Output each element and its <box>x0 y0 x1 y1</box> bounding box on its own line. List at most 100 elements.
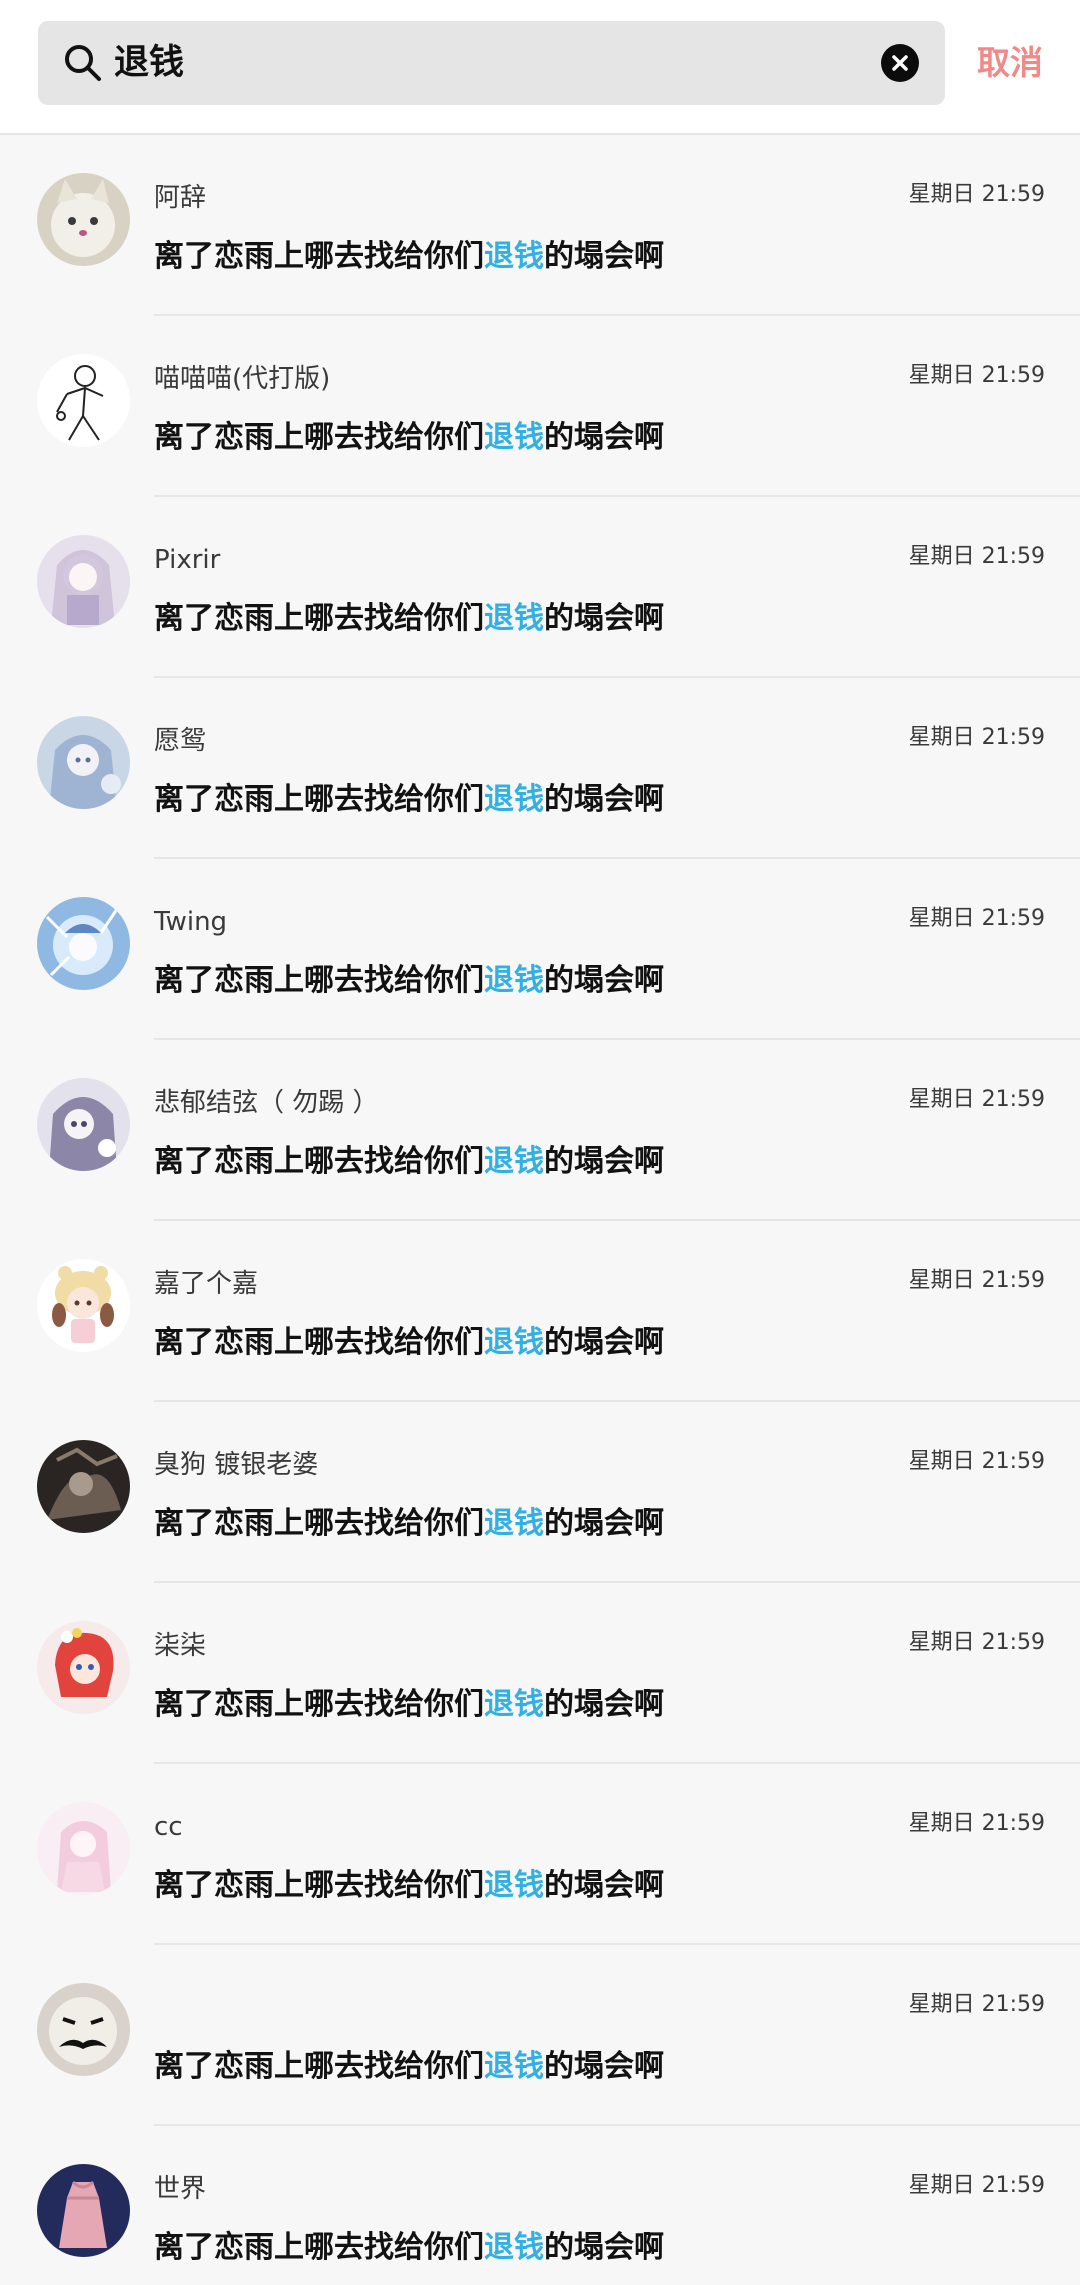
message-preview: 离了恋雨上哪去找给你们退钱的塌会啊 <box>154 778 664 822</box>
search-input[interactable]: 退钱 <box>38 21 945 105</box>
search-match-highlight: 退钱 <box>484 1868 544 1903</box>
message-text-before: 离了恋雨上哪去找给你们 <box>154 239 484 274</box>
message-preview: 离了恋雨上哪去找给你们退钱的塌会啊 <box>154 597 664 641</box>
message-text-before: 离了恋雨上哪去找给你们 <box>154 1868 484 1903</box>
message-text-before: 离了恋雨上哪去找给你们 <box>154 1144 484 1179</box>
search-results-screen: 退钱 取消 阿辞 星期日 21:59 离了恋雨上哪去找给你们退钱的塌会啊 喵喵喵(代打… <box>0 0 1080 2285</box>
message-text-after: 的塌会啊 <box>544 1506 664 1541</box>
message-text-after: 的塌会啊 <box>544 601 664 636</box>
chat-result-row[interactable]: 悲郁结弦（ 勿踢 ） 星期日 21:59 离了恋雨上哪去找给你们退钱的塌会啊 <box>0 1040 1080 1221</box>
message-text-after: 的塌会啊 <box>544 2049 664 2084</box>
message-preview: 离了恋雨上哪去找给你们退钱的塌会啊 <box>154 416 664 460</box>
message-preview: 离了恋雨上哪去找给你们退钱的塌会啊 <box>154 1864 664 1908</box>
message-text-after: 的塌会啊 <box>544 420 664 455</box>
message-text-before: 离了恋雨上哪去找给你们 <box>154 963 484 998</box>
search-match-highlight: 退钱 <box>484 2230 544 2265</box>
chat-result-row[interactable]: 阿辞 星期日 21:59 离了恋雨上哪去找给你们退钱的塌会啊 <box>0 135 1080 316</box>
message-preview: 离了恋雨上哪去找给你们退钱的塌会啊 <box>154 959 664 1003</box>
chat-result-row[interactable]: 嘉了个嘉 星期日 21:59 离了恋雨上哪去找给你们退钱的塌会啊 <box>0 1221 1080 1402</box>
message-time: 星期日 21:59 <box>908 2173 1045 2198</box>
message-text-before: 离了恋雨上哪去找给你们 <box>154 1687 484 1722</box>
search-match-highlight: 退钱 <box>484 1325 544 1360</box>
search-match-highlight: 退钱 <box>484 1144 544 1179</box>
message-time: 星期日 21:59 <box>908 182 1045 207</box>
message-preview: 离了恋雨上哪去找给你们退钱的塌会啊 <box>154 1321 664 1365</box>
message-time: 星期日 21:59 <box>908 544 1045 569</box>
message-preview: 离了恋雨上哪去找给你们退钱的塌会啊 <box>154 1140 664 1184</box>
result-list: 阿辞 星期日 21:59 离了恋雨上哪去找给你们退钱的塌会啊 喵喵喵(代打版) 星期日 … <box>0 135 1080 2285</box>
sender-name: 柒柒 <box>154 1631 207 1661</box>
search-query[interactable]: 退钱 <box>114 40 184 86</box>
search-match-highlight: 退钱 <box>484 1687 544 1722</box>
chat-result-row[interactable]: 柒柒 星期日 21:59 离了恋雨上哪去找给你们退钱的塌会啊 <box>0 1583 1080 1764</box>
avatar[interactable] <box>37 897 130 990</box>
message-time: 星期日 21:59 <box>908 363 1045 388</box>
message-time: 星期日 21:59 <box>908 1087 1045 1112</box>
message-text-after: 的塌会啊 <box>544 1325 664 1360</box>
message-text-before: 离了恋雨上哪去找给你们 <box>154 420 484 455</box>
search-match-highlight: 退钱 <box>484 782 544 817</box>
chat-result-row[interactable]: Pixrir 星期日 21:59 离了恋雨上哪去找给你们退钱的塌会啊 <box>0 497 1080 678</box>
chat-result-row[interactable]: 愿鸳 星期日 21:59 离了恋雨上哪去找给你们退钱的塌会啊 <box>0 678 1080 859</box>
chat-result-row[interactable]: 喵喵喵(代打版) 星期日 21:59 离了恋雨上哪去找给你们退钱的塌会啊 <box>0 316 1080 497</box>
chat-result-row[interactable]: cc 星期日 21:59 离了恋雨上哪去找给你们退钱的塌会啊 <box>0 1764 1080 1945</box>
message-text-after: 的塌会啊 <box>544 239 664 274</box>
search-match-highlight: 退钱 <box>484 963 544 998</box>
message-text-before: 离了恋雨上哪去找给你们 <box>154 2049 484 2084</box>
sender-name: 阿辞 <box>154 183 207 213</box>
message-time: 星期日 21:59 <box>908 1992 1045 2017</box>
avatar[interactable] <box>37 354 130 447</box>
message-preview: 离了恋雨上哪去找给你们退钱的塌会啊 <box>154 2226 664 2270</box>
search-match-highlight: 退钱 <box>484 420 544 455</box>
message-text-after: 的塌会啊 <box>544 2230 664 2265</box>
avatar[interactable] <box>37 1440 130 1533</box>
avatar[interactable] <box>37 2164 130 2257</box>
avatar[interactable] <box>37 1802 130 1895</box>
message-time: 星期日 21:59 <box>908 906 1045 931</box>
sender-name: 臭狗 镀银老婆 <box>154 1450 319 1480</box>
message-time: 星期日 21:59 <box>908 725 1045 750</box>
message-time: 星期日 21:59 <box>908 1811 1045 1836</box>
message-time: 星期日 21:59 <box>908 1449 1045 1474</box>
message-text-before: 离了恋雨上哪去找给你们 <box>154 1506 484 1541</box>
avatar[interactable] <box>37 535 130 628</box>
sender-name: 世界 <box>154 2174 207 2204</box>
message-preview: 离了恋雨上哪去找给你们退钱的塌会啊 <box>154 1502 664 1546</box>
message-text-after: 的塌会啊 <box>544 782 664 817</box>
message-text-before: 离了恋雨上哪去找给你们 <box>154 1325 484 1360</box>
message-text-after: 的塌会啊 <box>544 1144 664 1179</box>
avatar[interactable] <box>37 1259 130 1352</box>
chat-result-row[interactable]: 星期日 21:59 离了恋雨上哪去找给你们退钱的塌会啊 <box>0 1945 1080 2126</box>
chat-result-row[interactable]: 臭狗 镀银老婆 星期日 21:59 离了恋雨上哪去找给你们退钱的塌会啊 <box>0 1402 1080 1583</box>
avatar[interactable] <box>37 1621 130 1714</box>
chat-result-row[interactable]: Twing 星期日 21:59 离了恋雨上哪去找给你们退钱的塌会啊 <box>0 859 1080 1040</box>
search-header: 退钱 取消 <box>0 0 1080 135</box>
sender-name: 悲郁结弦（ 勿踢 ） <box>154 1088 379 1118</box>
message-preview: 离了恋雨上哪去找给你们退钱的塌会啊 <box>154 235 664 279</box>
sender-name: Pixrir <box>154 545 221 575</box>
message-text-before: 离了恋雨上哪去找给你们 <box>154 601 484 636</box>
message-text-before: 离了恋雨上哪去找给你们 <box>154 782 484 817</box>
search-icon <box>65 45 101 81</box>
message-preview: 离了恋雨上哪去找给你们退钱的塌会啊 <box>154 1683 664 1727</box>
sender-name: 愿鸳 <box>154 726 207 756</box>
message-time: 星期日 21:59 <box>908 1268 1045 1293</box>
avatar[interactable] <box>37 173 130 266</box>
search-match-highlight: 退钱 <box>484 239 544 274</box>
sender-name: 喵喵喵(代打版) <box>154 364 331 394</box>
sender-name: cc <box>154 1812 183 1842</box>
message-time: 星期日 21:59 <box>908 1630 1045 1655</box>
message-text-after: 的塌会啊 <box>544 1868 664 1903</box>
avatar[interactable] <box>37 1078 130 1171</box>
sender-name: Twing <box>154 907 228 937</box>
avatar[interactable] <box>37 1983 130 2076</box>
chat-result-row[interactable]: 世界 星期日 21:59 离了恋雨上哪去找给你们退钱的塌会啊 <box>0 2126 1080 2285</box>
search-match-highlight: 退钱 <box>484 2049 544 2084</box>
clear-search-button[interactable] <box>881 44 919 82</box>
cancel-button[interactable]: 取消 <box>977 38 1043 88</box>
message-text-after: 的塌会啊 <box>544 1687 664 1722</box>
message-text-after: 的塌会啊 <box>544 963 664 998</box>
avatar[interactable] <box>37 716 130 809</box>
message-text-before: 离了恋雨上哪去找给你们 <box>154 2230 484 2265</box>
message-preview: 离了恋雨上哪去找给你们退钱的塌会啊 <box>154 2045 664 2089</box>
